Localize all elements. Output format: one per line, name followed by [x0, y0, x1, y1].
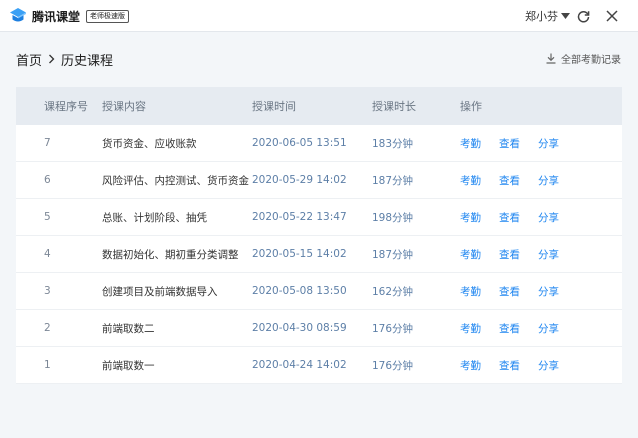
download-icon [546, 53, 556, 64]
course-time: 2020-05-15 14:02 [252, 248, 347, 260]
share-link[interactable]: 分享 [538, 358, 559, 373]
row-actions: 考勤 查看 分享 [460, 358, 577, 373]
title-bar: 腾讯课堂 老师极速版 郑小芬 [0, 0, 638, 32]
course-content: 总账、计划阶段、抽凭 [102, 211, 207, 224]
row-actions: 考勤 查看 分享 [460, 210, 577, 225]
refresh-button[interactable] [575, 8, 591, 24]
course-time: 2020-06-05 13:51 [252, 137, 347, 149]
course-history-table: 课程序号 授课内容 授课时间 授课时长 操作 7 货币资金、应收账款 2020-… [16, 87, 622, 384]
view-link[interactable]: 查看 [499, 173, 520, 188]
course-content: 货币资金、应收账款 [102, 137, 197, 150]
course-no: 1 [44, 359, 51, 371]
share-link[interactable]: 分享 [538, 173, 559, 188]
course-content: 前端取数一 [102, 359, 155, 372]
course-duration: 176分钟 [372, 322, 414, 335]
column-header-duration: 授课时长 [372, 100, 416, 113]
view-link[interactable]: 查看 [499, 358, 520, 373]
close-icon [606, 10, 618, 22]
course-no: 4 [44, 248, 51, 260]
table-row: 2 前端取数二 2020-04-30 08:59 176分钟 考勤 查看 分享 [16, 310, 622, 347]
attendance-link[interactable]: 考勤 [460, 247, 481, 262]
course-no: 6 [44, 174, 51, 186]
share-link[interactable]: 分享 [538, 247, 559, 262]
column-header-ops: 操作 [460, 100, 482, 113]
attendance-link[interactable]: 考勤 [460, 136, 481, 151]
course-duration: 187分钟 [372, 248, 414, 261]
row-actions: 考勤 查看 分享 [460, 173, 577, 188]
column-header-content: 授课内容 [102, 100, 146, 113]
course-content: 数据初始化、期初重分类调整 [102, 248, 239, 261]
attendance-link[interactable]: 考勤 [460, 321, 481, 336]
table-row: 1 前端取数一 2020-04-24 14:02 176分钟 考勤 查看 分享 [16, 347, 622, 384]
view-link[interactable]: 查看 [499, 247, 520, 262]
breadcrumb: 首页 历史课程 [16, 50, 114, 69]
course-no: 2 [44, 322, 51, 334]
course-duration: 162分钟 [372, 285, 414, 298]
share-link[interactable]: 分享 [538, 321, 559, 336]
user-menu[interactable]: 郑小芬 [525, 8, 570, 24]
attendance-link[interactable]: 考勤 [460, 173, 481, 188]
share-link[interactable]: 分享 [538, 136, 559, 151]
table-row: 3 创建项目及前端数据导入 2020-05-08 13:50 162分钟 考勤 … [16, 273, 622, 310]
view-link[interactable]: 查看 [499, 210, 520, 225]
course-no: 7 [44, 137, 51, 149]
row-actions: 考勤 查看 分享 [460, 247, 577, 262]
course-content: 风险评估、内控测试、货币资金 [102, 174, 249, 187]
view-link[interactable]: 查看 [499, 284, 520, 299]
all-attendance-records-button[interactable]: 全部考勤记录 [546, 51, 621, 66]
attendance-link[interactable]: 考勤 [460, 358, 481, 373]
breadcrumb-home-link[interactable]: 首页 [16, 50, 42, 69]
refresh-icon [577, 10, 589, 22]
attendance-link[interactable]: 考勤 [460, 284, 481, 299]
row-actions: 考勤 查看 分享 [460, 284, 577, 299]
breadcrumb-current: 历史课程 [61, 53, 114, 69]
table-row: 4 数据初始化、期初重分类调整 2020-05-15 14:02 187分钟 考… [16, 236, 622, 273]
share-link[interactable]: 分享 [538, 284, 559, 299]
table-header: 课程序号 授课内容 授课时间 授课时长 操作 [16, 87, 622, 125]
edition-badge: 老师极速版 [86, 9, 130, 23]
chevron-right-icon [49, 54, 55, 64]
course-time: 2020-05-29 14:02 [252, 174, 347, 186]
table-row: 7 货币资金、应收账款 2020-06-05 13:51 183分钟 考勤 查看… [16, 125, 622, 162]
attendance-link[interactable]: 考勤 [460, 210, 481, 225]
all-attendance-records-label: 全部考勤记录 [561, 54, 621, 66]
course-time: 2020-05-08 13:50 [252, 285, 347, 297]
share-link[interactable]: 分享 [538, 210, 559, 225]
row-actions: 考勤 查看 分享 [460, 136, 577, 151]
course-duration: 176分钟 [372, 359, 414, 372]
course-time: 2020-04-24 14:02 [252, 359, 347, 371]
close-button[interactable] [604, 8, 620, 24]
course-time: 2020-04-30 08:59 [252, 322, 347, 334]
course-no: 5 [44, 211, 51, 223]
tencent-classroom-logo-icon [10, 8, 26, 22]
course-duration: 198分钟 [372, 211, 414, 224]
chevron-down-icon [561, 13, 570, 19]
column-header-no: 课程序号 [44, 100, 88, 113]
view-link[interactable]: 查看 [499, 321, 520, 336]
app-brand-name: 腾讯课堂 [32, 9, 81, 24]
course-duration: 183分钟 [372, 137, 414, 150]
view-link[interactable]: 查看 [499, 136, 520, 151]
user-name: 郑小芬 [525, 10, 558, 23]
course-content: 创建项目及前端数据导入 [102, 285, 218, 298]
course-time: 2020-05-22 13:47 [252, 211, 347, 223]
course-duration: 187分钟 [372, 174, 414, 187]
table-row: 6 风险评估、内控测试、货币资金 2020-05-29 14:02 187分钟 … [16, 162, 622, 199]
app-logo: 腾讯课堂 老师极速版 [8, 6, 130, 26]
column-header-time: 授课时间 [252, 100, 296, 113]
course-content: 前端取数二 [102, 322, 155, 335]
table-row: 5 总账、计划阶段、抽凭 2020-05-22 13:47 198分钟 考勤 查… [16, 199, 622, 236]
course-no: 3 [44, 285, 51, 297]
row-actions: 考勤 查看 分享 [460, 321, 577, 336]
